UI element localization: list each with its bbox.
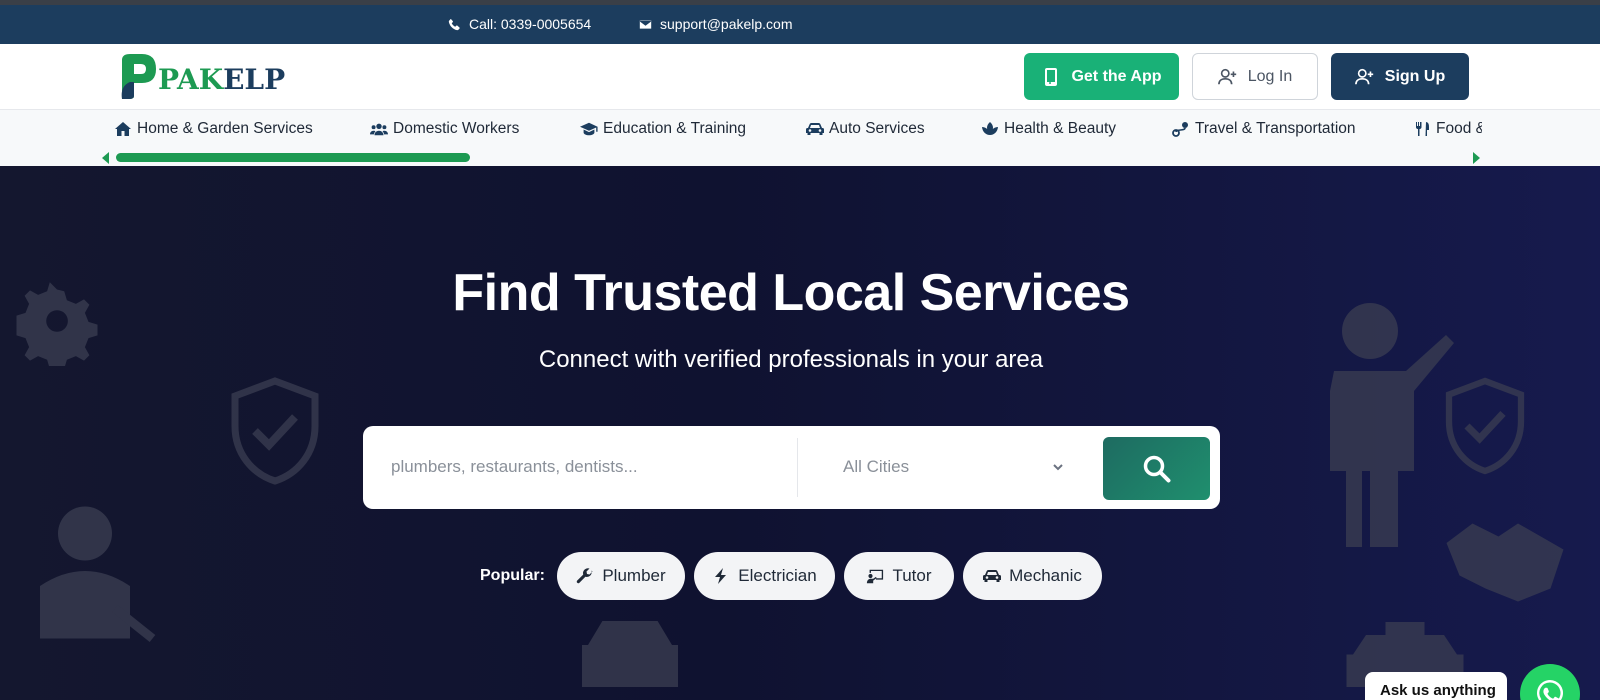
category-label: Domestic Workers [393, 120, 520, 137]
category-nav: Home & Garden Services Domestic Workers … [0, 110, 1600, 166]
popular-chip-plumber[interactable]: Plumber [557, 552, 685, 600]
users-icon [370, 123, 388, 136]
whatsapp-icon [1537, 679, 1564, 700]
whatsapp-chat-button[interactable] [1520, 664, 1580, 700]
category-label: Education & Training [603, 120, 747, 137]
phone-text: Call: 0339-0005654 [469, 16, 592, 32]
logo-wordmark: PAKELP [158, 63, 285, 96]
chevron-down-icon [1053, 464, 1063, 471]
logo-p-icon [121, 54, 156, 99]
hero-subtitle: Connect with verified professionals in y… [538, 346, 1044, 373]
welder-silhouette-icon [40, 506, 156, 643]
search-button[interactable] [1103, 437, 1210, 500]
login-label: Log In [1247, 67, 1293, 85]
contact-topbar: Call: 0339-0005654 support@pakelp.com [0, 5, 1600, 44]
category-scrollbar-thumb[interactable] [116, 153, 470, 162]
category-label: Food & Dining [1436, 120, 1482, 137]
hero-title: Find Trusted Local Services [452, 264, 1130, 322]
city-select[interactable]: All Cities [843, 446, 1065, 488]
search-divider [797, 438, 798, 497]
utensils-icon [1416, 122, 1429, 136]
category-scroll-area[interactable]: Home & Garden Services Domestic Workers … [0, 110, 1482, 150]
wrench-icon [577, 568, 593, 584]
phone-icon [448, 18, 460, 30]
chip-label: Electrician [738, 566, 817, 585]
hero-section: Find Trusted Local Services Connect with… [0, 166, 1600, 700]
route-icon [1172, 122, 1188, 137]
logo-text-blue: ELP [223, 62, 286, 96]
category-label: Travel & Transportation [1195, 120, 1356, 137]
chip-label: Mechanic [1009, 566, 1082, 585]
pakelp-logo[interactable]: PAKELP [116, 52, 285, 100]
service-search-input[interactable] [391, 444, 791, 490]
category-domestic-workers[interactable]: Domestic Workers [370, 120, 519, 138]
get-app-button[interactable]: Get the App [1024, 53, 1179, 100]
city-select-value: All Cities [843, 457, 910, 476]
ask-us-anything-label[interactable]: Ask us anything [1365, 672, 1507, 700]
category-home-garden[interactable]: Home & Garden Services [114, 120, 313, 138]
chalkboard-teacher-icon [867, 569, 884, 584]
category-education-training[interactable]: Education & Training [580, 120, 746, 138]
search-bar: All Cities [363, 426, 1220, 509]
search-icon [1143, 455, 1170, 482]
chip-label: Tutor [892, 566, 932, 585]
home-icon [115, 122, 131, 136]
bolt-icon [715, 568, 727, 584]
login-button[interactable]: Log In [1192, 53, 1318, 100]
user-plus-icon [1217, 68, 1236, 84]
shield-check-icon [231, 377, 319, 485]
email-text: support@pakelp.com [660, 16, 793, 32]
email-contact[interactable]: support@pakelp.com [639, 16, 793, 32]
user-plus-icon [1354, 68, 1373, 84]
envelope-icon [639, 19, 652, 29]
logo-text-green: PAK [158, 62, 224, 96]
category-travel-transportation[interactable]: Travel & Transportation [1172, 120, 1356, 138]
car-wrench-icon [582, 621, 678, 687]
spa-icon [982, 122, 998, 135]
category-food-dining[interactable]: Food & Dining [1413, 120, 1482, 138]
signup-label: Sign Up [1384, 67, 1446, 85]
mobile-icon [1045, 67, 1058, 86]
shield-check-icon [1445, 377, 1525, 475]
car-icon [806, 123, 824, 135]
popular-chip-electrician[interactable]: Electrician [694, 552, 835, 600]
get-app-label: Get the App [1071, 67, 1162, 85]
phone-contact[interactable]: Call: 0339-0005654 [448, 16, 591, 32]
category-label: Auto Services [829, 120, 925, 137]
popular-chip-tutor[interactable]: Tutor [844, 552, 954, 600]
popular-label: Popular: [480, 567, 545, 584]
popular-chip-mechanic[interactable]: Mechanic [963, 552, 1102, 600]
category-label: Home & Garden Services [137, 120, 313, 137]
scroll-left-arrow[interactable] [102, 152, 109, 164]
category-auto-services[interactable]: Auto Services [806, 120, 925, 138]
car-icon [983, 570, 1002, 582]
graduation-cap-icon [580, 122, 598, 136]
category-label: Health & Beauty [1004, 120, 1117, 137]
site-header: PAKELP Get the App Log In Sign Up [0, 44, 1600, 110]
chip-label: Plumber [602, 566, 666, 585]
scroll-right-arrow[interactable] [1473, 152, 1480, 164]
signup-button[interactable]: Sign Up [1331, 53, 1469, 100]
handshake-icon [1446, 523, 1564, 602]
category-health-beauty[interactable]: Health & Beauty [981, 120, 1116, 138]
